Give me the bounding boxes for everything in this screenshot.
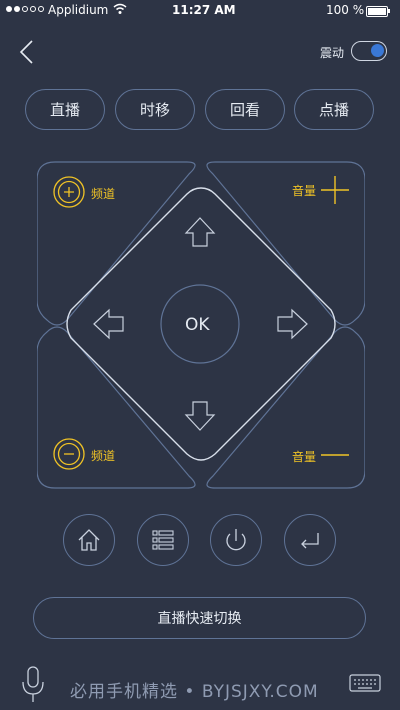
vibration-label: 震动	[320, 46, 345, 60]
power-button[interactable]	[210, 514, 262, 566]
home-button[interactable]	[63, 514, 115, 566]
battery-tip	[388, 9, 390, 13]
return-button[interactable]	[284, 514, 336, 566]
power-icon	[226, 529, 246, 551]
carrier-name: Applidium	[48, 3, 109, 17]
vibration-toggle[interactable]	[351, 41, 387, 61]
keyboard-icon[interactable]	[349, 674, 381, 696]
menu-button[interactable]	[137, 514, 189, 566]
volume-plus-icon[interactable]	[321, 176, 349, 204]
battery-percent: 100 %	[326, 3, 365, 17]
quick-switch-button[interactable]: 直播快速切换	[33, 597, 366, 639]
volume-up-label: 音量	[292, 184, 317, 198]
battery-icon	[366, 6, 388, 17]
status-bar: Applidium 11:27 AM 100 %	[0, 0, 400, 22]
up-arrow-icon[interactable]	[184, 217, 216, 247]
volume-down-label: 音量	[292, 450, 317, 464]
clock: 11:27 AM	[172, 3, 236, 17]
toggle-knob	[371, 44, 384, 57]
volume-down-area[interactable]	[206, 326, 365, 489]
back-chevron-icon[interactable]	[16, 40, 40, 64]
return-icon	[301, 533, 319, 549]
down-arrow-icon[interactable]	[184, 401, 216, 431]
wifi-icon	[113, 3, 127, 18]
tab-replay[interactable]: 回看	[205, 89, 285, 130]
channel-down-label: 频道	[91, 449, 116, 463]
channel-plus-icon[interactable]	[53, 176, 85, 208]
remote-pad: OK 频道 频道 音量 音量	[37, 160, 365, 490]
channel-up-label: 频道	[91, 187, 116, 201]
tab-timeshift[interactable]: 时移	[115, 89, 195, 130]
tab-live[interactable]: 直播	[25, 89, 105, 130]
menu-icon	[152, 530, 174, 550]
signal-strength-icon	[6, 6, 44, 12]
left-arrow-icon[interactable]	[93, 308, 124, 340]
tab-vod[interactable]: 点播	[294, 89, 374, 130]
microphone-icon[interactable]	[20, 665, 46, 709]
watermark-text: 必用手机精选 • BYJSJXY.COM	[70, 682, 319, 702]
home-icon	[78, 529, 100, 551]
channel-minus-icon[interactable]	[53, 438, 85, 470]
right-arrow-icon[interactable]	[277, 308, 308, 340]
ok-label: OK	[185, 315, 210, 335]
